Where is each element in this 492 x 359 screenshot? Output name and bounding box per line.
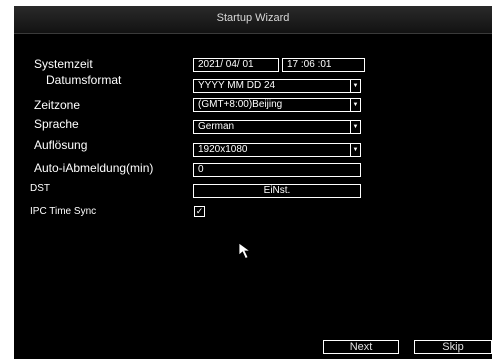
chevron-down-icon[interactable]: ▼ <box>350 99 360 111</box>
chevron-down-icon[interactable]: ▼ <box>350 80 360 92</box>
language-value: German <box>198 121 235 132</box>
auto-logout-input[interactable]: 0 <box>193 163 361 177</box>
mouse-pointer-icon <box>238 242 252 260</box>
dst-label: DST <box>30 183 50 194</box>
auto-logout-label: Auto-iAbmeldung(min) <box>34 161 154 175</box>
skip-button[interactable]: Skip <box>414 340 492 354</box>
title-bar: Startup Wizard <box>14 6 492 34</box>
sprache-label: Sprache <box>34 117 79 131</box>
zeitzone-label: Zeitzone <box>34 98 81 112</box>
timezone-value: (GMT+8:00)Beijing <box>198 99 283 110</box>
chevron-down-icon[interactable]: ▼ <box>350 121 360 133</box>
datumsformat-label: Datumsformat <box>46 73 122 87</box>
language-select[interactable]: German ▼ <box>193 120 361 134</box>
aufloesung-label: Auflösung <box>34 138 88 152</box>
systemzeit-label: Systemzeit <box>34 57 93 71</box>
system-date-field[interactable]: 2021/ 04/ 01 <box>193 58 279 72</box>
window-title: Startup Wizard <box>216 12 290 24</box>
chevron-down-icon[interactable]: ▼ <box>350 144 360 156</box>
checkmark-icon: ✓ <box>195 206 204 216</box>
date-format-select[interactable]: YYYY MM DD 24 ▼ <box>193 79 361 93</box>
startup-wizard-window: Startup Wizard Systemzeit 2021/ 04/ 01 1… <box>14 6 492 359</box>
resolution-select[interactable]: 1920x1080 ▼ <box>193 143 361 157</box>
resolution-value: 1920x1080 <box>198 144 248 155</box>
date-format-value: YYYY MM DD 24 <box>198 80 276 91</box>
ipc-time-sync-checkbox[interactable]: ✓ <box>194 206 205 217</box>
next-button[interactable]: Next <box>323 340 399 354</box>
dst-settings-button[interactable]: EiNst. <box>193 184 361 198</box>
system-time-field[interactable]: 17 :06 :01 <box>282 58 365 72</box>
ipc-time-sync-label: IPC Time Sync <box>30 206 97 217</box>
timezone-select[interactable]: (GMT+8:00)Beijing ▼ <box>193 98 361 112</box>
